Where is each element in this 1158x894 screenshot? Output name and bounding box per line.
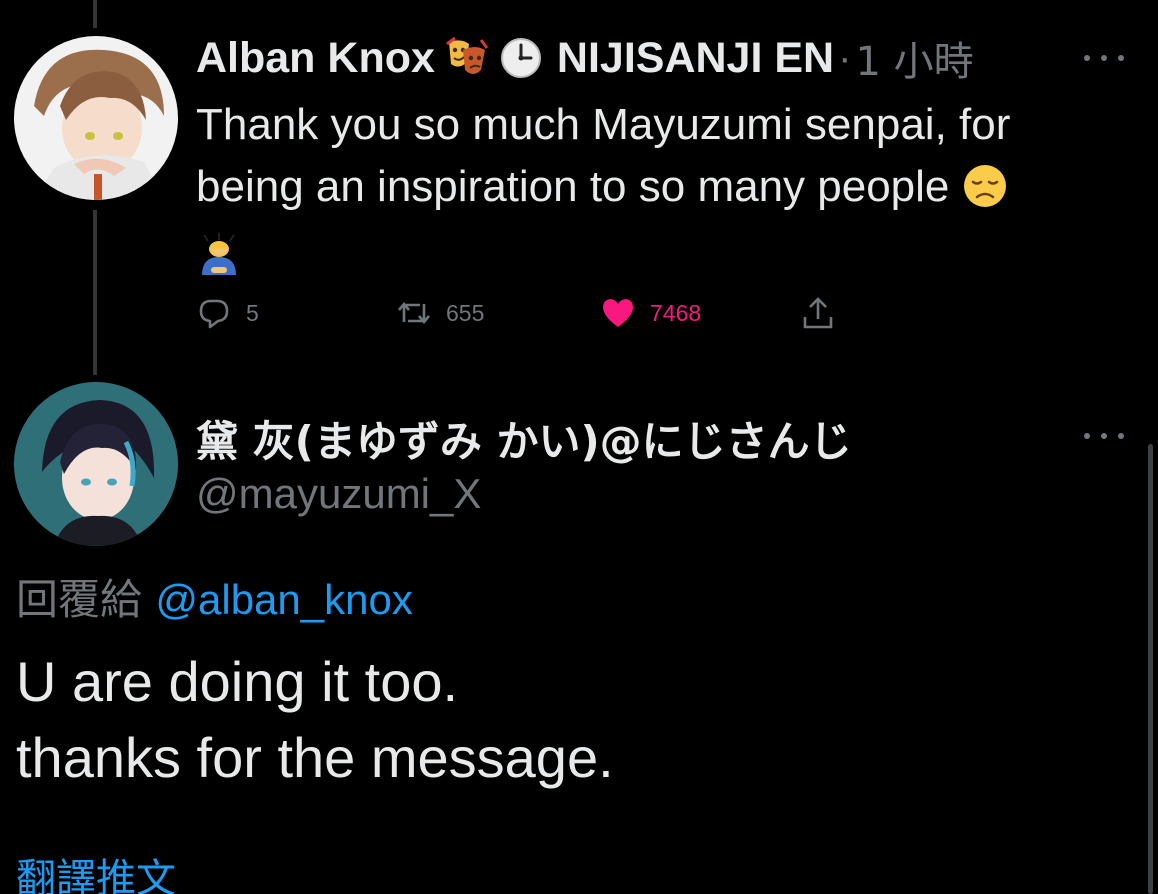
display-name[interactable]: Alban Knox — [196, 34, 435, 83]
tweet-body: Thank you so much Mayuzumi senpai, for b… — [196, 100, 1011, 211]
reply-button[interactable]: 5 — [196, 290, 259, 336]
user-handle[interactable]: @mayuzumi_X — [196, 470, 481, 518]
affiliation-label: NIJISANJI EN — [556, 33, 835, 82]
reply-context: 回覆給 @alban_knox — [16, 566, 413, 627]
avatar[interactable] — [14, 382, 178, 546]
thread-connector-top — [93, 0, 97, 28]
performing-arts-emoji-icon — [445, 36, 489, 80]
retweet-count: 655 — [446, 299, 485, 326]
more-options-icon[interactable] — [1084, 426, 1124, 446]
more-options-icon[interactable] — [1084, 48, 1124, 68]
avatar[interactable] — [14, 36, 178, 200]
person-bowing-emoji-icon — [196, 231, 242, 277]
display-name[interactable]: 黛 灰(まゆずみ かい)@にじさんじ — [196, 408, 852, 469]
share-icon — [803, 297, 833, 329]
tweet-thread: Alban Knox NIJISANJI EN · 1 小時 Thank you… — [0, 0, 1158, 894]
thread-connector — [93, 210, 97, 375]
share-button[interactable] — [800, 290, 836, 336]
tweet-header: Alban Knox NIJISANJI EN · 1 小時 — [196, 30, 974, 86]
tweet-text: Thank you so much Mayuzumi senpai, for b… — [196, 94, 1106, 286]
timestamp[interactable]: 1 小時 — [855, 29, 973, 87]
separator-dot: · — [838, 35, 852, 80]
reply-prefix: 回覆給 — [16, 575, 143, 624]
tweet-line-2: thanks for the message. — [16, 726, 614, 789]
reply-to-link[interactable]: @alban_knox — [155, 576, 412, 623]
scrollbar[interactable] — [1148, 444, 1153, 894]
like-button[interactable]: 7468 — [600, 290, 701, 336]
tweet-line-1: U are doing it too. — [16, 650, 459, 713]
like-count: 7468 — [650, 299, 702, 326]
reply-icon — [199, 299, 229, 329]
retweet-icon — [398, 301, 430, 325]
translate-tweet-link[interactable]: 翻譯推文 — [16, 846, 176, 894]
retweet-button[interactable]: 655 — [396, 290, 484, 336]
tweet-text: U are doing it too. thanks for the messa… — [16, 644, 1116, 796]
tweet-actions: 5 655 7468 — [196, 290, 856, 336]
heart-icon — [603, 299, 633, 327]
clock-emoji-icon — [499, 36, 543, 80]
disappointed-face-emoji-icon — [962, 163, 1008, 209]
reply-count: 5 — [246, 299, 259, 326]
